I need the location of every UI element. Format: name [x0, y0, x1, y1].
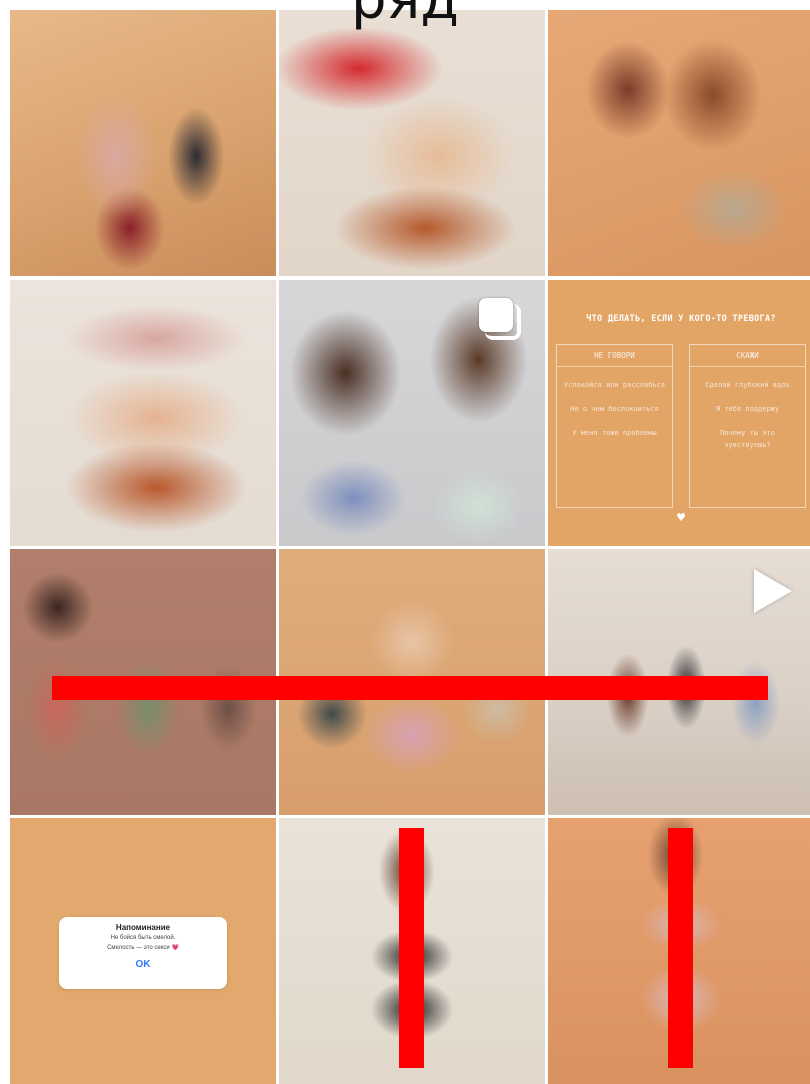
- reminder-title: Напоминание: [115, 923, 171, 932]
- left-item: Не о чем беспокоиться: [570, 405, 659, 413]
- text-slide-right-column: СКАЖИ Сделай глубокий вдох Я тебя поддер…: [689, 344, 806, 508]
- right-item: Почему ты это чувствуешь?: [720, 429, 775, 449]
- red-vertical-strike-center: [399, 828, 424, 1068]
- post-tile-red-top[interactable]: [279, 10, 545, 276]
- left-column-header: НЕ ГОВОРИ: [557, 345, 672, 367]
- heart-logo-icon: ♥: [676, 511, 686, 524]
- text-slide-title: ЧТО ДЕЛАТЬ, ЕСЛИ У КОГО-ТО ТРЕВОГА?: [586, 314, 776, 324]
- carousel-icon: [479, 298, 523, 342]
- reminder-line-1: Не бойся быть смелой.: [110, 935, 176, 941]
- red-horizontal-strike: [52, 676, 768, 700]
- reminder-line-2: Смелость — это секси 💗: [107, 945, 179, 951]
- post-tile-reminder[interactable]: Напоминание Не бойся быть смелой. Смелос…: [10, 818, 276, 1084]
- post-tile-two-women-hugging[interactable]: [548, 10, 810, 276]
- text-slide-left-column: НЕ ГОВОРИ Успокойся или расслабься Не о …: [556, 344, 673, 508]
- post-tile-two-women-curly[interactable]: [279, 280, 545, 546]
- post-tile-torso-pink-top[interactable]: [10, 280, 276, 546]
- post-tile-text-slide[interactable]: ЧТО ДЕЛАТЬ, ЕСЛИ У КОГО-ТО ТРЕВОГА? НЕ Г…: [548, 280, 810, 546]
- play-icon: [754, 569, 792, 613]
- reminder-dialog: Напоминание Не бойся быть смелой. Смелос…: [59, 917, 227, 989]
- left-item: Успокойся или расслабься: [563, 381, 666, 389]
- right-column-header: СКАЖИ: [690, 345, 805, 367]
- right-item: Сделай глубокий вдох: [705, 381, 790, 389]
- page-heading: ряд: [0, 0, 810, 28]
- left-item: У меня тоже проблемы: [572, 429, 657, 437]
- red-vertical-strike-right: [668, 828, 693, 1068]
- reminder-ok-button: OK: [135, 959, 151, 970]
- post-tile-group-six-women[interactable]: [10, 10, 276, 276]
- right-item: Я тебя поддержу: [715, 405, 780, 413]
